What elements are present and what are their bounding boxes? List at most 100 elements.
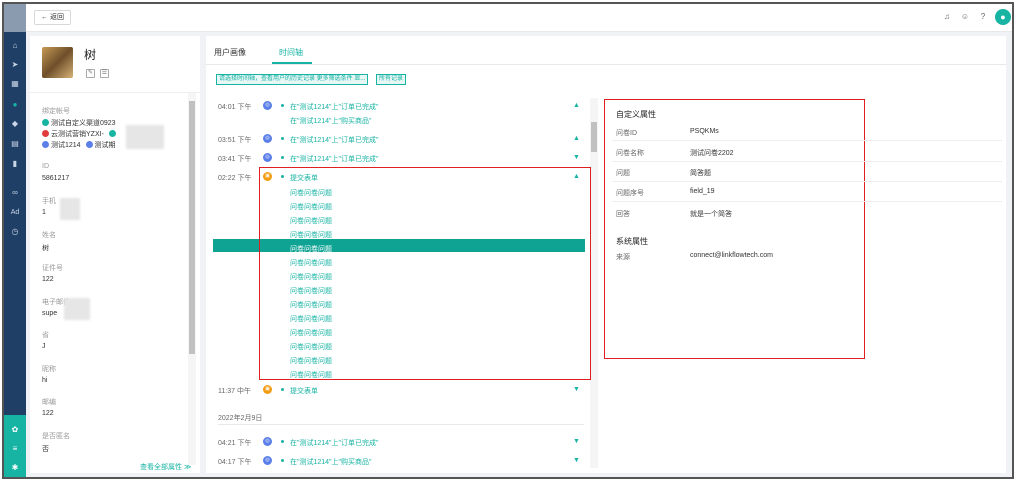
chat-icon[interactable]: ☺ (960, 12, 970, 22)
user-avatar[interactable]: ● (995, 9, 1011, 25)
profile-avatar (42, 47, 73, 78)
timeline-scrollbar[interactable] (590, 98, 598, 468)
nav-rail: ⌂ ➤ ▦ ● ◆ ▤ ▮ ∞ Ad ◷ ✿ ≡ ✱ (4, 4, 26, 477)
expand-icon[interactable]: ▼ (573, 438, 580, 445)
field-label: 姓名 (42, 232, 56, 239)
expand-icon[interactable]: ▼ (573, 457, 580, 464)
list-icon[interactable]: ☰ (100, 69, 109, 78)
profile-scrollbar[interactable] (188, 93, 196, 465)
attr-label: 问卷ID (616, 130, 637, 137)
tab-timeline[interactable]: 时间轴 (279, 47, 303, 58)
collapse-icon[interactable]: ▲ (573, 102, 580, 109)
scroll-thumb[interactable] (591, 122, 597, 152)
field-value: 122 (42, 276, 54, 283)
link-icon[interactable]: ∞ (9, 188, 21, 198)
event-text[interactable]: 在"测试1214"上"订单已完成" (290, 438, 379, 448)
event-type-icon: ◎ (263, 153, 272, 162)
accounts-label: 绑定帐号 (42, 108, 70, 115)
expand-icon[interactable]: ▼ (573, 386, 580, 393)
menu-icon[interactable]: ≡ (9, 444, 21, 454)
settings-icon[interactable]: ✱ (9, 463, 21, 473)
back-button[interactable]: ← 返回 (34, 10, 71, 25)
event-text[interactable]: 在"测试1214"上"订单已完成" (290, 102, 379, 112)
account-item[interactable]: 云测试营销YZXI- (42, 129, 118, 139)
field-value: J (42, 343, 46, 350)
send-icon[interactable]: ➤ (9, 60, 21, 70)
event-time: 03:51 下午 (218, 137, 252, 144)
timeline-dot (281, 459, 284, 462)
event-text[interactable]: 在"测试1214"上"购买商品" (290, 457, 372, 467)
field-label: 是否匿名 (42, 433, 70, 440)
field-value: hi (42, 377, 48, 384)
redaction (126, 125, 164, 149)
account-item[interactable]: 测试1214 测试期 (42, 140, 116, 150)
attr-label: 回答 (616, 211, 630, 218)
event-subtext[interactable]: 在"测试1214"上"购买商品" (290, 116, 372, 126)
edit-icon[interactable]: ✎ (86, 69, 95, 78)
event-type-icon: ◎ (263, 101, 272, 110)
attr-value: 测试问卷2202 (690, 150, 734, 157)
bell-icon[interactable]: ♫ (942, 12, 952, 22)
rail-bottom-group: ✿ ≡ ✱ (4, 415, 26, 477)
attr-value: connect@linkflowtech.com (690, 252, 773, 259)
timeline-dot (281, 104, 284, 107)
event-time: 02:22 下午 (218, 175, 252, 182)
divider (612, 201, 1002, 202)
grid-icon[interactable]: ▦ (9, 79, 21, 89)
tab-user-profile[interactable]: 用户画像 (214, 47, 246, 58)
profile-panel: 树 ✎ ☰ 绑定帐号 测试自定义渠道0923 云测试营销YZXI- 测试1214… (30, 36, 200, 473)
form-submit-icon: ▣ (263, 385, 272, 394)
annotation-box (604, 99, 865, 359)
field-value: 5861217 (42, 175, 70, 182)
divider (612, 161, 1002, 162)
system-attributes-title: 系统属性 (616, 237, 648, 246)
channel-icon (85, 141, 93, 148)
channel-icon (42, 130, 49, 137)
field-value: supe (42, 310, 58, 317)
event-text[interactable]: 在"测试1214"上"订单已完成" (290, 135, 379, 145)
filter-chip[interactable]: 所有记录 (376, 74, 407, 85)
chart-icon[interactable]: ▮ (9, 159, 21, 169)
field-value: 树 (42, 245, 49, 252)
field-label: 昵称 (42, 366, 56, 373)
team-icon[interactable]: ✿ (9, 425, 21, 435)
tabs-divider (206, 64, 1006, 65)
channel-icon (42, 119, 49, 126)
home-icon[interactable]: ⌂ (9, 41, 21, 51)
collapse-icon[interactable]: ▲ (573, 135, 580, 142)
field-label: 省 (42, 332, 49, 339)
scroll-thumb[interactable] (189, 101, 195, 354)
timeline-dot (281, 388, 284, 391)
event-text[interactable]: 在"测试1214"上"订单已完成" (290, 154, 379, 164)
view-all-attributes-link[interactable]: 查看全部属性 ≫ (140, 462, 191, 472)
attr-value: 就是一个简答 (690, 211, 732, 218)
expand-icon[interactable]: ▼ (573, 154, 580, 161)
user-icon[interactable]: ● (9, 100, 21, 110)
event-time: 04:17 下午 (218, 459, 252, 466)
timeline-dot (281, 440, 284, 443)
attr-value: 简答题 (690, 170, 711, 177)
event-text[interactable]: 提交表单 (290, 386, 318, 396)
attr-label: 问题 (616, 170, 630, 177)
help-icon[interactable]: ? (978, 12, 988, 22)
event-type-icon: ◎ (263, 437, 272, 446)
status-icon (108, 130, 116, 137)
date-separator: 2022年2月9日 (218, 415, 263, 422)
event-time: 04:21 下午 (218, 440, 252, 447)
attr-label: 问题序号 (616, 190, 644, 197)
filter-chip[interactable]: 请选择时间轴，查看用户的历史记录 更多筛选条件 显... (216, 74, 369, 85)
profile-name: 树 (84, 48, 97, 62)
form-icon[interactable]: ▤ (9, 139, 21, 149)
field-value: 1 (42, 209, 46, 216)
field-label: ID (42, 163, 49, 170)
annotation-box (259, 167, 591, 380)
clock-icon[interactable]: ◷ (9, 227, 21, 237)
top-bar: ← 返回 ♫ ☺ ? ● (26, 4, 1012, 32)
event-type-icon: ◎ (263, 456, 272, 465)
redaction (60, 198, 80, 220)
redaction (64, 298, 90, 320)
ad-icon[interactable]: Ad (9, 208, 21, 218)
users-icon[interactable]: ◆ (9, 119, 21, 129)
custom-attributes-title: 自定义属性 (616, 110, 656, 119)
account-item[interactable]: 测试自定义渠道0923 (42, 118, 116, 128)
